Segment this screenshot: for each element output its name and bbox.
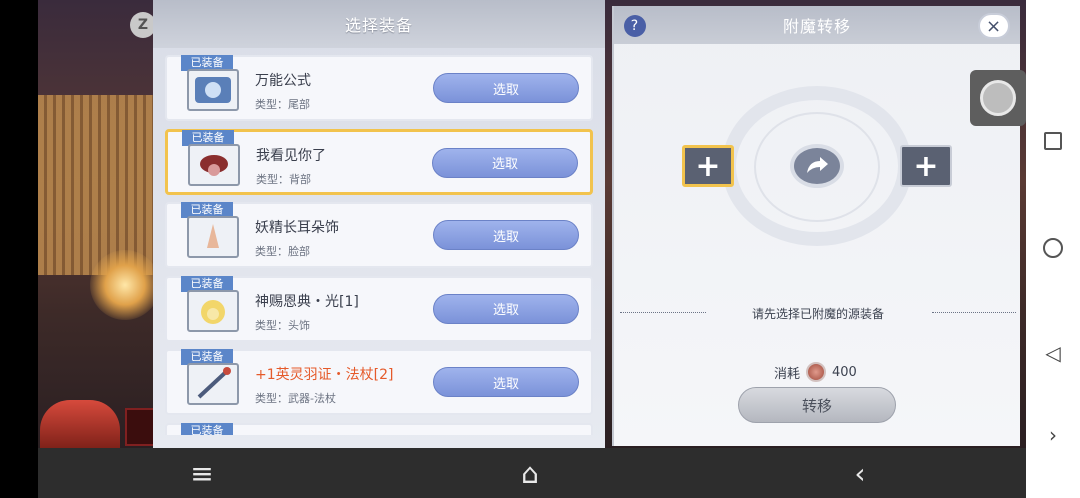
close-icon[interactable]: × [978, 13, 1010, 39]
item-name: 万能公式 [255, 73, 311, 89]
pick-button[interactable]: 选取 [433, 367, 579, 397]
scene-lamp [90, 250, 160, 320]
home-circle-icon[interactable] [1043, 238, 1063, 258]
cost-label: 消耗 [774, 366, 801, 382]
list-title: 选择装备 [344, 16, 413, 35]
panel-header: ? 附魔转移 × [614, 6, 1020, 44]
scene-character [40, 400, 120, 450]
source-slot[interactable]: + [682, 145, 734, 187]
item-name: +1英灵羽证・法杖[2] [255, 367, 394, 383]
back-icon[interactable]: ‹ [840, 456, 880, 490]
equipment-item-i-see-you[interactable]: 已装备 我看见你了 类型：背部 选取 [165, 128, 593, 195]
transfer-button[interactable]: 转移 [738, 387, 896, 423]
android-back-icon[interactable]: ◁ [1042, 341, 1064, 365]
left-black-bar [0, 0, 38, 498]
headgear-icon [187, 289, 239, 332]
cost-value: 400 [832, 364, 857, 380]
formula-icon [187, 69, 239, 111]
spider-wing-icon [188, 143, 240, 186]
recent-apps-icon[interactable] [1044, 132, 1062, 150]
home-icon[interactable]: ⌂ [510, 456, 550, 490]
equipment-item-partial[interactable]: 已装备 [165, 422, 593, 435]
cost-display: 消耗 400 [774, 362, 857, 382]
equipment-item-staff[interactable]: 已装备 +1英灵羽证・法杖[2] 类型：武器-法杖 选取 [165, 349, 593, 415]
assistive-touch-button[interactable] [970, 70, 1026, 126]
item-name: 神赐恩典・光[1] [255, 293, 359, 310]
transfer-arrow-icon [790, 144, 844, 188]
pick-button[interactable]: 选取 [433, 220, 579, 250]
game-screen: Z 选择装备 已装备 万能公式 类型：尾部 选取 已装备 我看见你了 类型：背部… [0, 0, 1080, 498]
help-icon[interactable]: ? [624, 15, 646, 37]
select-source-hint: 请先选择已附魔的源装备 [751, 306, 884, 321]
item-type: 类型：武器-法杖 [255, 392, 336, 405]
equipment-item-divine-grace[interactable]: 已装备 神赐恩典・光[1] 类型：头饰 选取 [165, 275, 593, 342]
item-type: 类型：尾部 [255, 98, 310, 111]
pick-button[interactable]: 选取 [432, 147, 578, 178]
equipment-item-formula[interactable]: 已装备 万能公式 类型：尾部 选取 [165, 55, 593, 121]
plus-icon: + [913, 148, 939, 184]
item-type: 类型：脸部 [255, 245, 310, 258]
item-name: 我看见你了 [256, 147, 326, 164]
staff-icon [187, 363, 239, 405]
scene-emblem [125, 408, 155, 446]
item-type: 类型：头饰 [255, 318, 310, 332]
equipment-item-elf-ears[interactable]: 已装备 妖精长耳朵饰 类型：脸部 选取 [165, 202, 593, 268]
elf-ear-icon [187, 216, 239, 258]
pick-button[interactable]: 选取 [433, 73, 579, 103]
android-navigation-bar: ◁ › [1026, 0, 1080, 498]
expand-icon[interactable]: › [1042, 423, 1064, 447]
menu-icon[interactable]: ≡ [182, 456, 222, 490]
equipped-badge: 已装备 [181, 422, 233, 435]
bottom-bar: ≡ ⌂ ‹ [38, 448, 1026, 498]
target-slot[interactable]: + [900, 145, 952, 187]
coin-icon [806, 362, 827, 382]
equipment-list-panel: 选择装备 已装备 万能公式 类型：尾部 选取 已装备 我看见你了 类型：背部 选… [153, 0, 605, 448]
list-header: 选择装备 [153, 0, 605, 48]
scene-wall [38, 95, 154, 275]
enchant-transfer-panel: ? 附魔转移 × + + 请先选择已附魔的源装备 消耗 400 转移 [612, 6, 1020, 446]
item-type: 类型：背部 [256, 172, 311, 186]
panel-title: 附魔转移 [782, 17, 851, 36]
item-name: 妖精长耳朵饰 [255, 220, 339, 236]
pick-button[interactable]: 选取 [433, 293, 579, 324]
equipment-list[interactable]: 已装备 万能公式 类型：尾部 选取 已装备 我看见你了 类型：背部 选取 已装备 [165, 55, 593, 435]
assistive-circle-icon [980, 80, 1016, 116]
plus-icon: + [695, 148, 721, 184]
